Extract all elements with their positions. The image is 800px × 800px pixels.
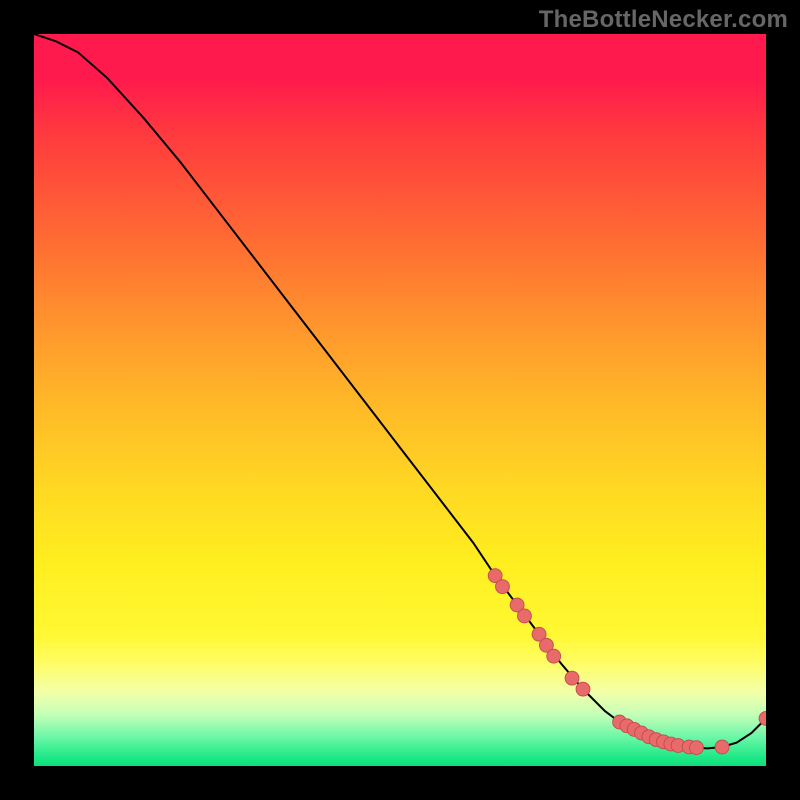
watermark-text: TheBottleNecker.com bbox=[539, 6, 788, 34]
data-marker bbox=[517, 609, 531, 623]
data-markers bbox=[488, 569, 766, 755]
curve-layer bbox=[34, 34, 766, 766]
data-marker bbox=[565, 671, 579, 685]
data-marker bbox=[576, 682, 590, 696]
chart-frame: TheBottleNecker.com bbox=[0, 0, 800, 800]
data-marker bbox=[547, 649, 561, 663]
plot-area bbox=[34, 34, 766, 766]
bottleneck-curve bbox=[34, 34, 766, 748]
data-marker bbox=[690, 741, 704, 755]
data-marker bbox=[715, 740, 729, 754]
data-marker bbox=[496, 580, 510, 594]
